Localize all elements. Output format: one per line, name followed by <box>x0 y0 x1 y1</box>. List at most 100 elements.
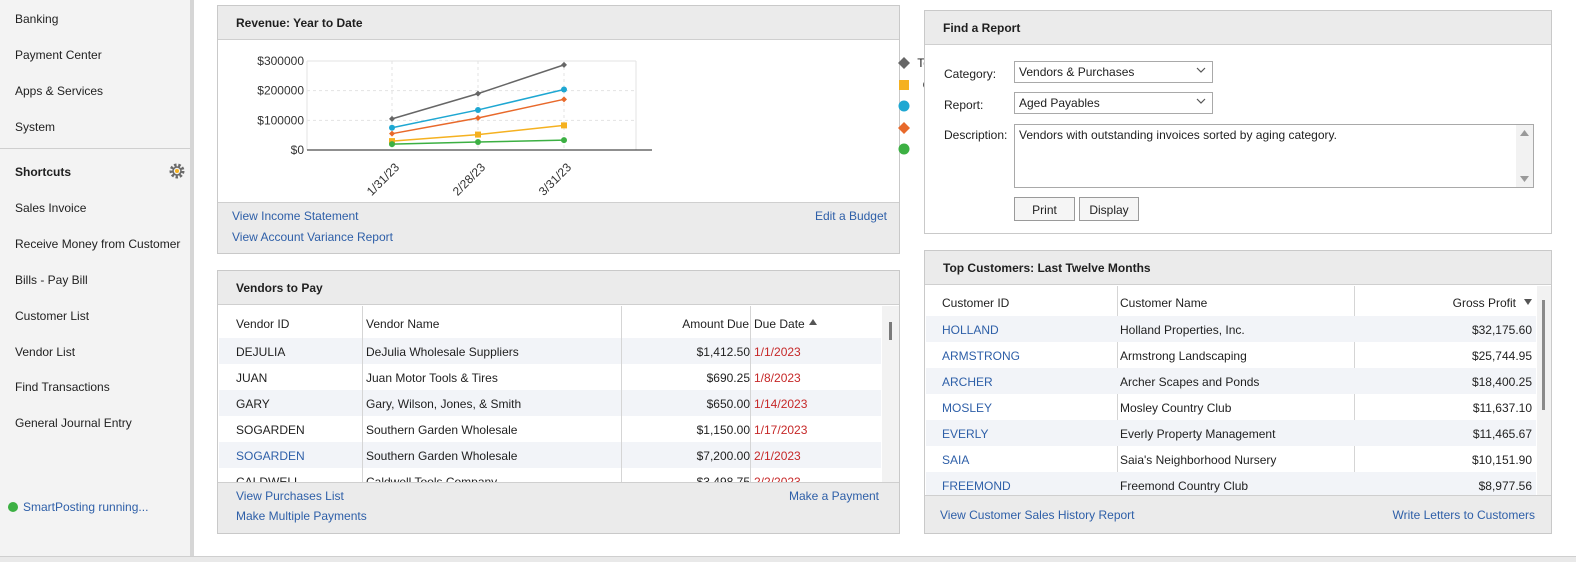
print-button[interactable]: Print <box>1014 197 1075 221</box>
customer-name-cell: Mosley Country Club <box>1120 401 1232 415</box>
data-point <box>475 131 481 138</box>
nav-system[interactable]: System <box>15 120 55 134</box>
description-scrollbar[interactable] <box>1516 125 1533 187</box>
amount-due-cell: $7,200.00 <box>696 449 750 463</box>
top-customers-panel: Top Customers: Last Twelve Months Custom… <box>924 250 1552 534</box>
shortcut-find-transactions[interactable]: Find Transactions <box>15 380 110 394</box>
view-variance-report-link[interactable]: View Account Variance Report <box>232 230 393 244</box>
vendors-scroll-thumb[interactable] <box>889 322 892 340</box>
col-vendor-id[interactable]: Vendor ID <box>236 317 289 331</box>
table-row[interactable]: SOGARDEN Southern Garden Wholesale $7,200.… <box>219 442 881 468</box>
vendors-scrollbar[interactable] <box>882 306 899 482</box>
table-row[interactable]: EVERLY Everly Property Management $11,465.… <box>926 420 1536 446</box>
col-due-date[interactable]: Due Date <box>754 317 805 331</box>
vendor-name-cell: Southern Garden Wholesale <box>366 449 518 463</box>
data-point <box>475 138 481 145</box>
shortcut-vendor-list[interactable]: Vendor List <box>15 345 75 359</box>
legend-diamond-icon <box>898 57 910 69</box>
table-row[interactable]: ARCHER Archer Scapes and Ponds $18,400.25 <box>926 368 1536 394</box>
table-row[interactable]: GARY Gary, Wilson, Jones, & Smith $650.00 1… <box>219 390 881 416</box>
customer-id-cell[interactable]: EVERLY <box>942 427 988 441</box>
shortcut-pay-bill[interactable]: Bills - Pay Bill <box>15 273 88 287</box>
table-row[interactable]: MOSLEY Mosley Country Club $11,637.10 <box>926 394 1536 420</box>
status-dot-icon <box>8 502 18 512</box>
col-separator <box>362 364 363 390</box>
display-button[interactable]: Display <box>1079 197 1139 221</box>
customer-name-cell: Freemond Country Club <box>1120 479 1249 493</box>
shortcut-customer-list[interactable]: Customer List <box>15 309 89 323</box>
table-row[interactable]: JUAN Juan Motor Tools & Tires $690.25 1/8/2… <box>219 364 881 390</box>
customer-name-cell: Holland Properties, Inc. <box>1120 323 1245 337</box>
col-separator <box>750 338 751 364</box>
view-income-statement-link[interactable]: View Income Statement <box>232 209 359 223</box>
nav-payment-center[interactable]: Payment Center <box>15 48 102 62</box>
col-vendor-name[interactable]: Vendor Name <box>366 317 439 331</box>
sidebar: Banking Payment Center Apps & Services S… <box>0 0 190 562</box>
customer-id-cell[interactable]: HOLLAND <box>942 323 999 337</box>
table-row[interactable]: SAIA Saia's Neighborhood Nursery $10,151.9… <box>926 446 1536 472</box>
make-payment-link[interactable]: Make a Payment <box>789 489 879 503</box>
amount-due-cell: $1,412.50 <box>696 345 750 359</box>
data-point <box>561 61 567 68</box>
customer-id-cell[interactable]: ARMSTRONG <box>942 349 1020 363</box>
table-row[interactable]: CALDWELL Caldwell Tools Company $3,498.75 2… <box>219 468 881 482</box>
edit-budget-link[interactable]: Edit a Budget <box>815 209 887 223</box>
col-customer-name[interactable]: Customer Name <box>1120 296 1207 310</box>
vendor-name-cell: Gary, Wilson, Jones, & Smith <box>366 397 522 411</box>
col-gross-profit[interactable]: Gross Profit <box>1453 296 1516 310</box>
col-amount-due[interactable]: Amount Due <box>682 317 749 331</box>
shortcut-sales-invoice[interactable]: Sales Invoice <box>15 201 86 215</box>
customers-scrollbar[interactable] <box>1537 286 1551 495</box>
customer-id-cell[interactable]: FREEMOND <box>942 479 1011 493</box>
sidebar-divider <box>0 148 190 149</box>
category-select[interactable]: Vendors & Purchases <box>1014 61 1213 83</box>
customer-id-cell[interactable]: SAIA <box>942 453 969 467</box>
report-value: Aged Payables <box>1019 96 1100 110</box>
data-point <box>389 141 395 148</box>
make-multiple-payments-link[interactable]: Make Multiple Payments <box>236 509 367 523</box>
nav-apps-services[interactable]: Apps & Services <box>15 84 103 98</box>
col-customer-id[interactable]: Customer ID <box>942 296 1009 310</box>
shortcut-receive-money[interactable]: Receive Money from Customer <box>15 237 180 251</box>
due-date-cell: 1/17/2023 <box>754 423 808 437</box>
customer-name-cell: Armstrong Landscaping <box>1120 349 1247 363</box>
data-point <box>389 130 395 137</box>
description-box[interactable]: Vendors with outstanding invoices sorted… <box>1014 124 1534 188</box>
table-row[interactable]: ARMSTRONG Armstrong Landscaping $25,744.95 <box>926 342 1536 368</box>
customers-scroll-thumb[interactable] <box>1542 300 1545 410</box>
gear-icon[interactable] <box>169 163 185 179</box>
table-row[interactable]: SOGARDEN Southern Garden Wholesale $1,150.… <box>219 416 881 442</box>
customer-name-cell: Archer Scapes and Ponds <box>1120 375 1260 389</box>
revenue-footer: View Income Statement View Account Varia… <box>218 202 899 253</box>
table-row[interactable]: FREEMOND Freemond Country Club $8,977.56 <box>926 472 1536 495</box>
vendors-header-row: Vendor ID Vendor Name Amount Due Due Dat… <box>218 306 881 338</box>
customer-id-cell[interactable]: MOSLEY <box>942 401 992 415</box>
shortcut-general-journal[interactable]: General Journal Entry <box>15 416 132 430</box>
col-separator <box>621 338 622 364</box>
scroll-up-icon[interactable] <box>1520 130 1529 136</box>
vendor-id-cell: SOGARDEN <box>236 423 305 437</box>
description-label: Description: <box>944 128 1008 142</box>
vendor-name-cell: Southern Garden Wholesale <box>366 423 518 437</box>
view-purchases-link[interactable]: View Purchases List <box>236 489 344 503</box>
gross-profit-cell: $18,400.25 <box>1471 375 1532 389</box>
nav-banking[interactable]: Banking <box>15 12 58 26</box>
smartposting-status[interactable]: SmartPosting running... <box>8 500 148 514</box>
x-tick-label: 1/31/23 <box>364 160 402 198</box>
table-row[interactable]: DEJULIA DeJulia Wholesale Suppliers $1,412… <box>219 338 881 364</box>
customer-id-cell[interactable]: ARCHER <box>942 375 993 389</box>
amount-due-cell: $690.25 <box>706 371 750 385</box>
table-row[interactable]: HOLLAND Holland Properties, Inc. $32,175.6… <box>926 316 1536 342</box>
gross-profit-cell: $10,151.90 <box>1471 453 1532 467</box>
due-date-cell: 1/14/2023 <box>754 397 808 411</box>
customers-header-row: Customer ID Customer Name Gross Profit <box>925 286 1536 316</box>
scroll-down-icon[interactable] <box>1520 176 1529 182</box>
write-letters-link[interactable]: Write Letters to Customers <box>1393 508 1536 522</box>
sidebar-splitter[interactable] <box>190 0 194 562</box>
report-select[interactable]: Aged Payables <box>1014 92 1213 114</box>
data-point <box>389 124 395 131</box>
col-separator <box>750 442 751 468</box>
amount-due-cell: $1,150.00 <box>696 423 750 437</box>
col-separator <box>621 306 622 338</box>
customer-history-link[interactable]: View Customer Sales History Report <box>940 508 1135 522</box>
